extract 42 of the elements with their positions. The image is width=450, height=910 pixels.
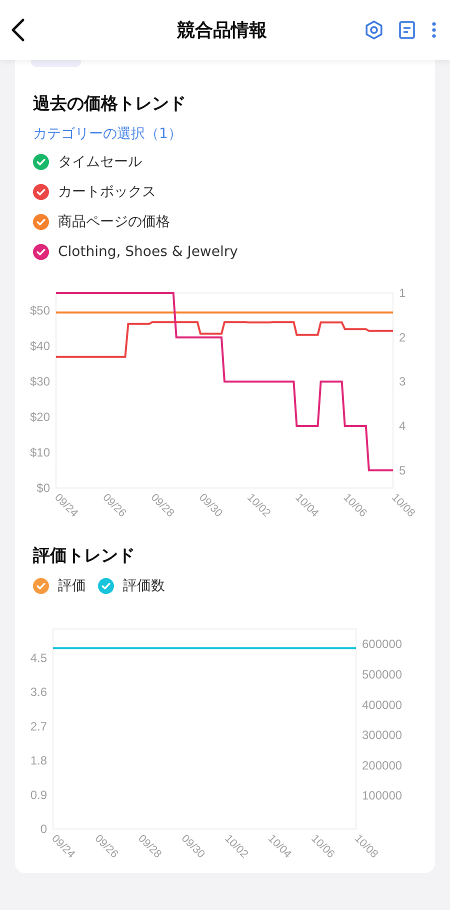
checkbox[interactable] (33, 214, 49, 230)
axis-label: 0.9 (30, 788, 47, 802)
checkbox[interactable] (33, 578, 49, 594)
checkbox[interactable] (33, 184, 49, 200)
axis-label: 2.7 (30, 719, 47, 734)
axis-label: 5 (399, 463, 406, 478)
axis-label: $0 (36, 481, 50, 495)
legend-label: タイムセール (58, 153, 142, 172)
category-link[interactable]: カテゴリーの選択（1） (33, 124, 182, 144)
legend-label: 評価 (58, 577, 86, 596)
axis-label: 1 (399, 286, 406, 300)
document-icon[interactable] (398, 20, 416, 40)
more-icon[interactable] (430, 20, 438, 40)
legend-label: カートボックス (58, 183, 156, 202)
axis-label: $20 (30, 410, 50, 424)
axis-label: 3 (399, 374, 406, 389)
axis-label: 400000 (362, 698, 402, 712)
axis-label: 600000 (362, 637, 402, 652)
legend-label: Clothing, Shoes & Jewelry (58, 243, 238, 262)
legend-label: 評価数 (123, 577, 165, 596)
checkbox[interactable] (98, 578, 114, 594)
axis-label: $10 (30, 446, 50, 460)
checkbox[interactable] (33, 244, 49, 260)
section-title: 評価トレンド (33, 545, 136, 568)
axis-label: 100000 (362, 788, 402, 803)
section-title: 過去の価格トレンド (33, 93, 187, 116)
axis-label: $40 (30, 339, 50, 354)
axis-label: 200000 (362, 758, 402, 772)
axis-label: 3.6 (30, 685, 47, 700)
axis-label: 300000 (362, 728, 402, 742)
axis-label: 2 (399, 330, 406, 344)
checkbox[interactable] (33, 154, 49, 170)
axis-label: 4.5 (30, 650, 47, 665)
axis-label: 1.8 (30, 754, 47, 768)
page-title: 競合品情報 (176, 19, 268, 42)
axis-label: 0 (40, 822, 47, 836)
axis-label: 4 (399, 418, 406, 433)
axis-label: 500000 (362, 667, 402, 682)
axis-label: $30 (30, 374, 50, 389)
axis-label: $50 (30, 304, 50, 318)
settings-icon[interactable] (364, 20, 384, 40)
legend-label: 商品ページの価格 (58, 213, 170, 232)
